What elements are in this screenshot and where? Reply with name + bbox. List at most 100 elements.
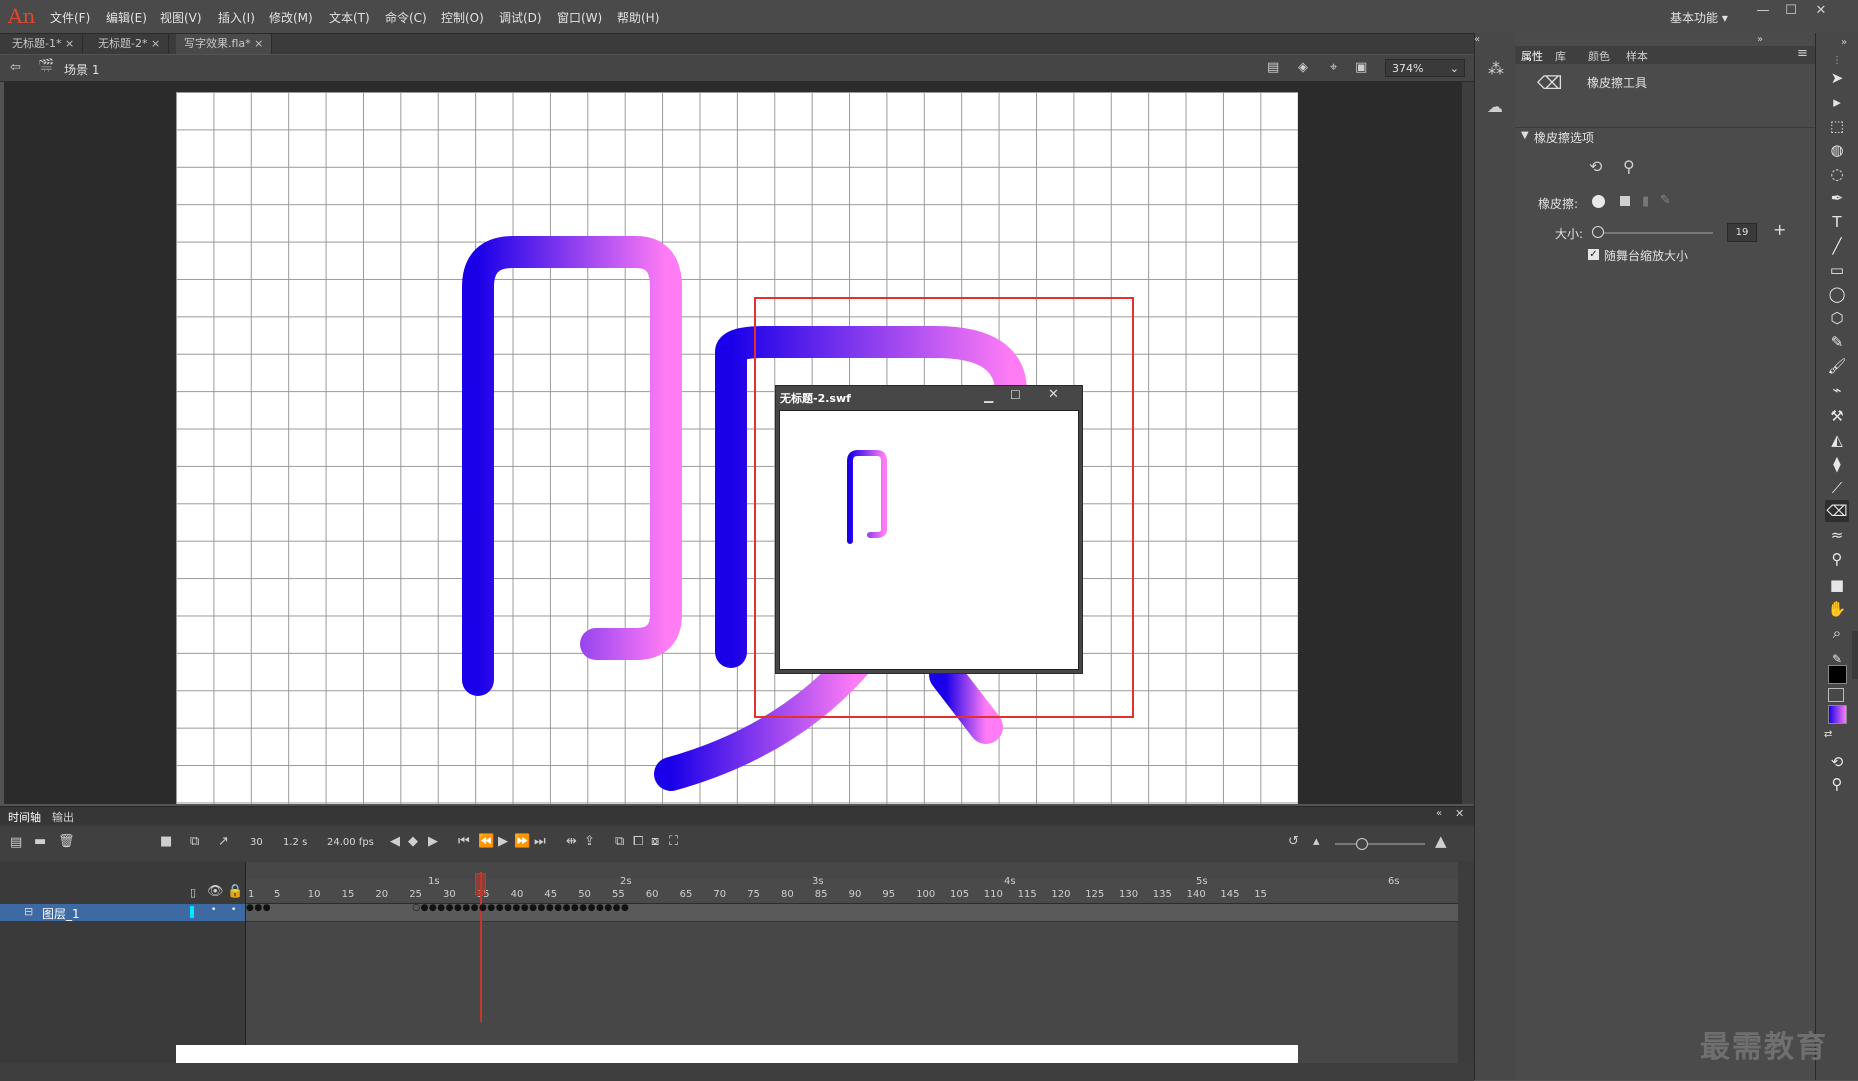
- fill-color-swatch[interactable]: [1828, 705, 1847, 724]
- motion-presets-icon[interactable]: ⁂: [1488, 59, 1504, 78]
- pin-tool-icon[interactable]: ⚲: [1825, 548, 1849, 570]
- tab-untitled-1[interactable]: 无标题-1* ×: [4, 34, 84, 54]
- menu-debug[interactable]: 调试(D): [499, 9, 542, 26]
- tab-timeline[interactable]: 时间轴: [8, 809, 41, 825]
- eraser-tool-icon[interactable]: ⌫: [1825, 500, 1849, 522]
- menu-view[interactable]: 视图(V): [160, 9, 202, 26]
- menu-insert[interactable]: 插入(I): [218, 9, 255, 26]
- paint-brush-tool-icon[interactable]: 🖌: [1825, 355, 1849, 377]
- eraser-shape-circle[interactable]: [1592, 195, 1605, 208]
- zoom-select[interactable]: 374% ⌄: [1385, 59, 1465, 77]
- lock-icon[interactable]: 🔒: [227, 884, 243, 899]
- last-frame-icon[interactable]: ⏭: [534, 834, 546, 849]
- layer-name[interactable]: 图层_1: [42, 905, 80, 922]
- tab-output[interactable]: 输出: [52, 809, 74, 825]
- eyedropper-tool-icon[interactable]: ⟋: [1825, 477, 1849, 499]
- rectangle-tool-icon[interactable]: ▭: [1825, 259, 1849, 281]
- workspace-switcher[interactable]: 基本功能 ▾: [1670, 9, 1728, 26]
- onion-skin-icon[interactable]: ⧉: [615, 834, 624, 849]
- oval-tool-icon[interactable]: ◯: [1825, 283, 1849, 305]
- pen-tool-icon[interactable]: ✒: [1825, 187, 1849, 209]
- subselection-tool-icon[interactable]: ▸: [1825, 91, 1849, 113]
- panel-menu-icon[interactable]: ≡: [1797, 46, 1808, 61]
- selection-tool-icon[interactable]: ➤: [1825, 67, 1849, 89]
- modify-markers-icon[interactable]: ⛶: [669, 834, 678, 849]
- swap-colors-icon[interactable]: ⇄: [1824, 729, 1832, 740]
- edit-scene-icon[interactable]: ▤: [1267, 60, 1279, 75]
- layer-depth-icon[interactable]: ⧉: [190, 834, 199, 849]
- close-icon[interactable]: ×: [254, 37, 263, 50]
- minimize-icon[interactable]: ▁: [984, 389, 993, 403]
- maximize-icon[interactable]: ☐: [1010, 388, 1021, 402]
- eraser-mode-icon[interactable]: ⟲: [1589, 157, 1602, 176]
- close-icon[interactable]: ×: [65, 37, 74, 50]
- brush-tool-icon[interactable]: ⌁: [1825, 379, 1849, 401]
- stage-horizontal-scrollbar[interactable]: [0, 1063, 1474, 1080]
- menu-control[interactable]: 控制(O): [441, 9, 484, 26]
- stroke-color-swatch[interactable]: [1828, 665, 1847, 684]
- collapse-icon[interactable]: «: [1436, 808, 1442, 819]
- cc-libraries-icon[interactable]: ☁: [1487, 97, 1503, 116]
- new-folder-icon[interactable]: ▬: [34, 834, 46, 849]
- tab-writing-effect[interactable]: 写字效果.fla* ×: [176, 34, 273, 54]
- tools-scrollbar[interactable]: [1852, 631, 1858, 679]
- zoom-tool-icon[interactable]: ⌕: [1825, 622, 1849, 644]
- paint-bucket-tool-icon[interactable]: ◭: [1825, 429, 1849, 451]
- minimize-icon[interactable]: —: [1750, 3, 1776, 21]
- back-arrow-icon[interactable]: ⇦: [10, 60, 21, 75]
- layer-color-swatch[interactable]: [190, 906, 194, 918]
- graph-icon[interactable]: ↗: [218, 834, 229, 849]
- menu-text[interactable]: 文本(T): [329, 9, 370, 26]
- section-toggle-icon[interactable]: ▼: [1521, 130, 1529, 141]
- size-input[interactable]: 19: [1727, 223, 1757, 242]
- camera-tool-icon[interactable]: ■: [1825, 574, 1849, 596]
- next-keyframe-icon[interactable]: ▶: [428, 834, 438, 849]
- highlight-icon[interactable]: ▯: [190, 886, 196, 899]
- menu-edit[interactable]: 编辑(E): [106, 9, 147, 26]
- collapse-icon[interactable]: «: [1474, 34, 1480, 45]
- new-layer-icon[interactable]: ▤: [10, 835, 22, 850]
- camera-icon[interactable]: ■: [160, 834, 172, 849]
- close-icon[interactable]: ✕: [1455, 807, 1464, 820]
- lock-dot[interactable]: •: [231, 905, 236, 915]
- faucet-icon[interactable]: ⚲: [1825, 773, 1849, 795]
- eraser-shape-square[interactable]: [1620, 196, 1630, 206]
- size-slider-thumb[interactable]: [1592, 226, 1604, 238]
- close-icon[interactable]: ✕: [1048, 387, 1059, 402]
- stage-vertical-scrollbar[interactable]: [1462, 82, 1474, 804]
- center-frame-icon[interactable]: ⇪: [584, 834, 595, 849]
- maximize-icon[interactable]: ☐: [1778, 3, 1804, 21]
- expand-icon[interactable]: »: [1757, 34, 1763, 45]
- close-icon[interactable]: ×: [151, 37, 160, 50]
- menu-file[interactable]: 文件(F): [50, 9, 90, 26]
- menu-modify[interactable]: 修改(M): [269, 9, 313, 26]
- onion-outline-icon[interactable]: ⧠: [633, 834, 643, 849]
- frame-zoom-slider[interactable]: [1335, 843, 1425, 845]
- menu-commands[interactable]: 命令(C): [385, 9, 427, 26]
- hand-tool-icon[interactable]: ✋: [1825, 598, 1849, 620]
- faucet-icon[interactable]: ⚲: [1623, 157, 1635, 176]
- first-frame-icon[interactable]: ⏮: [458, 834, 470, 849]
- swf-preview-window[interactable]: 无标题-2.swf ▁ ☐ ✕: [775, 385, 1083, 674]
- frame-rate[interactable]: 24.00 fps: [327, 837, 374, 848]
- bone-tool-icon[interactable]: ⚒: [1825, 405, 1849, 427]
- eye-icon[interactable]: 👁: [207, 884, 224, 899]
- center-stage-icon[interactable]: ⌖: [1330, 60, 1337, 75]
- text-tool-icon[interactable]: T: [1825, 211, 1849, 233]
- elapsed-time[interactable]: 1.2 s: [283, 837, 307, 848]
- step-back-icon[interactable]: ⏪: [478, 834, 494, 849]
- eraser-mode-icon[interactable]: ⟲: [1825, 751, 1849, 773]
- layer-row[interactable]: ⊟ 图层_1 • •: [0, 904, 245, 921]
- loop-icon[interactable]: ⇹: [566, 834, 577, 849]
- play-icon[interactable]: ▶: [498, 834, 508, 849]
- pencil-tool-icon[interactable]: ✎: [1825, 331, 1849, 353]
- playhead-handle[interactable]: [475, 873, 486, 895]
- edit-multiple-frames-icon[interactable]: ⧇: [651, 834, 659, 849]
- frame-ruler[interactable]: 1s 2s 3s 4s 5s 6s 1510152025303540455055…: [246, 876, 1458, 904]
- free-transform-tool-icon[interactable]: ⬚: [1825, 115, 1849, 137]
- ink-bottle-tool-icon[interactable]: ⧫: [1825, 453, 1849, 475]
- reset-icon[interactable]: ↺: [1288, 834, 1299, 849]
- visibility-dot[interactable]: •: [211, 905, 216, 915]
- 3d-rotation-tool-icon[interactable]: ◍: [1825, 139, 1849, 161]
- width-tool-icon[interactable]: ≈: [1825, 524, 1849, 546]
